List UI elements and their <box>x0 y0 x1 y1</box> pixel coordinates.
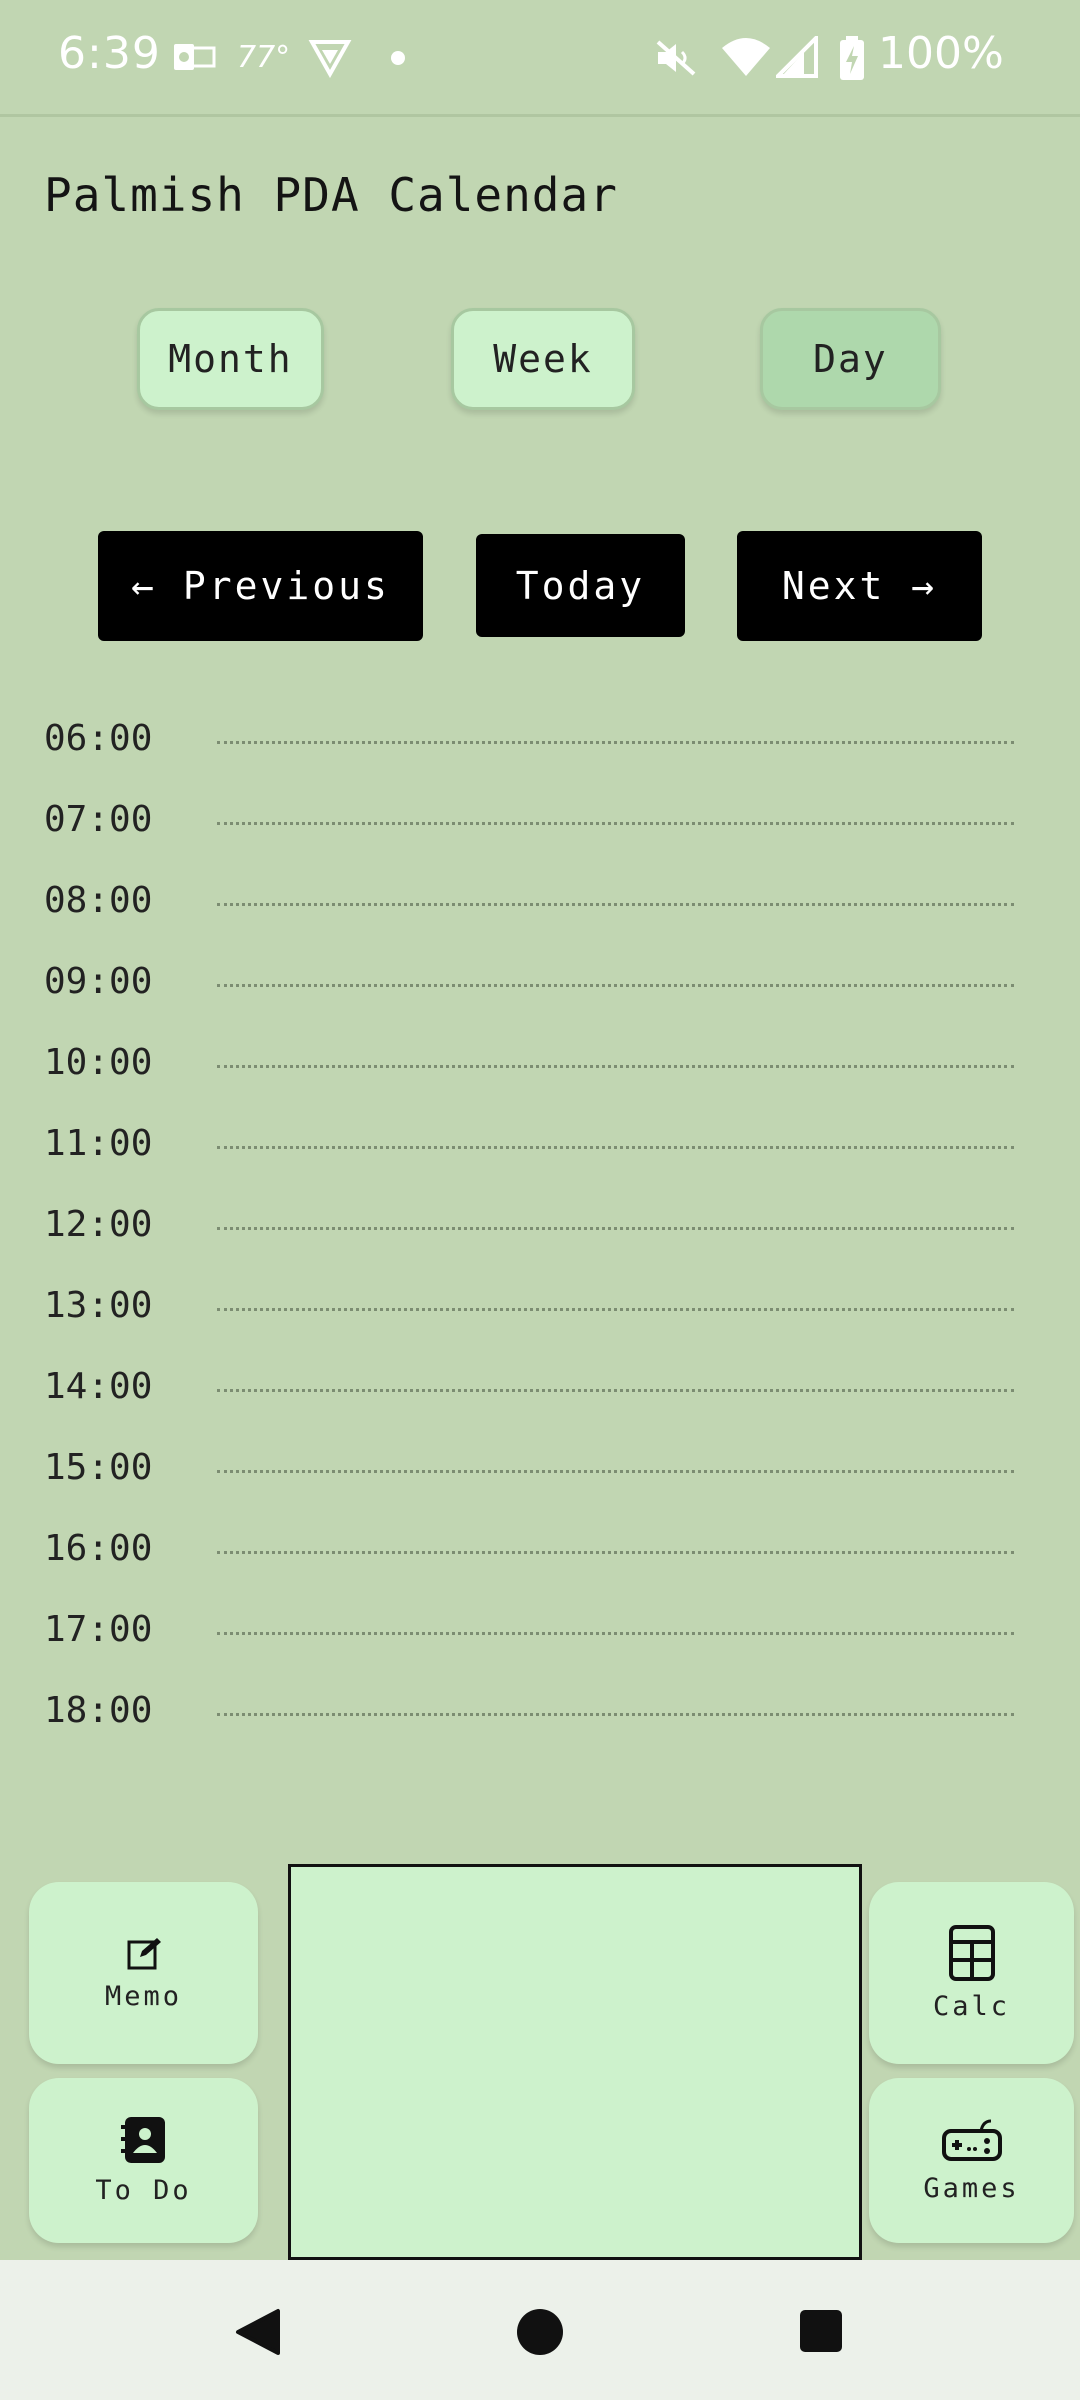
hour-divider <box>217 1065 1014 1068</box>
hour-divider <box>217 822 1014 825</box>
dot-icon <box>390 50 406 70</box>
hour-label: 18:00 <box>44 1690 153 1731</box>
hour-divider <box>217 984 1014 987</box>
back-icon[interactable] <box>232 2307 282 2357</box>
gamepad-icon <box>941 2119 1002 2161</box>
hour-row[interactable]: 07:00 <box>44 799 1014 880</box>
next-button[interactable]: Next → <box>737 531 982 641</box>
memo-label: Memo <box>104 1980 183 2012</box>
contact-book-icon <box>120 2117 165 2163</box>
hour-label: 13:00 <box>44 1285 153 1326</box>
recents-icon[interactable] <box>799 2309 843 2353</box>
games-label: Games <box>923 2173 1020 2204</box>
calc-label: Calc <box>932 1990 1011 2022</box>
hour-label: 11:00 <box>44 1123 153 1164</box>
status-bar: 6:39 77° 100% <box>0 0 1080 117</box>
hour-label: 16:00 <box>44 1528 153 1569</box>
system-nav-bar <box>0 2260 1080 2400</box>
battery-percent: 100% <box>878 28 1004 79</box>
hour-label: 08:00 <box>44 880 153 921</box>
hour-row[interactable]: 18:00 <box>44 1690 1014 1771</box>
hour-label: 06:00 <box>44 718 153 759</box>
outlook-icon <box>172 40 216 78</box>
app-title: Palmish PDA Calendar <box>44 168 618 222</box>
hour-label: 14:00 <box>44 1366 153 1407</box>
previous-button[interactable]: ← Previous <box>98 531 423 641</box>
status-temperature: 77° <box>237 40 291 75</box>
hour-divider <box>217 903 1014 906</box>
battery-charging-icon <box>838 36 866 84</box>
hour-row[interactable]: 15:00 <box>44 1447 1014 1528</box>
hour-row[interactable]: 14:00 <box>44 1366 1014 1447</box>
tab-day[interactable]: Day <box>760 308 941 410</box>
hour-row[interactable]: 16:00 <box>44 1528 1014 1609</box>
hour-divider <box>217 1632 1014 1635</box>
hour-divider <box>217 1227 1014 1230</box>
hour-label: 07:00 <box>44 799 153 840</box>
home-icon[interactable] <box>516 2308 564 2356</box>
mute-icon <box>654 38 698 82</box>
hour-row[interactable]: 17:00 <box>44 1609 1014 1690</box>
hour-label: 15:00 <box>44 1447 153 1488</box>
hour-label: 12:00 <box>44 1204 153 1245</box>
hour-divider <box>217 1713 1014 1716</box>
hour-divider <box>217 741 1014 744</box>
graffiti-input-area[interactable] <box>288 1864 862 2260</box>
hour-row[interactable]: 13:00 <box>44 1285 1014 1366</box>
hour-divider <box>217 1146 1014 1149</box>
edit-icon <box>127 1937 161 1969</box>
signal-icon <box>773 33 818 82</box>
hour-label: 10:00 <box>44 1042 153 1083</box>
tab-month[interactable]: Month <box>137 308 324 410</box>
hour-label: 17:00 <box>44 1609 153 1650</box>
hour-divider <box>217 1551 1014 1554</box>
hour-row[interactable]: 06:00 <box>44 718 1014 799</box>
tab-week[interactable]: Week <box>451 308 635 410</box>
games-button[interactable]: Games <box>869 2078 1074 2243</box>
hour-row[interactable]: 11:00 <box>44 1123 1014 1204</box>
wifi-icon <box>720 36 772 82</box>
vpn-shield-icon <box>308 38 352 82</box>
hour-divider <box>217 1308 1014 1311</box>
hour-row[interactable]: 10:00 <box>44 1042 1014 1123</box>
memo-button[interactable]: Memo <box>29 1882 258 2064</box>
hour-divider <box>217 1389 1014 1392</box>
calc-button[interactable]: Calc <box>869 1882 1074 2064</box>
hour-row[interactable]: 09:00 <box>44 961 1014 1042</box>
today-button[interactable]: Today <box>476 534 685 637</box>
todo-label: To Do <box>95 2175 192 2206</box>
hour-row[interactable]: 08:00 <box>44 880 1014 961</box>
hour-divider <box>217 1470 1014 1473</box>
hour-row[interactable]: 12:00 <box>44 1204 1014 1285</box>
calculator-icon <box>948 1924 995 1981</box>
status-time: 6:39 <box>58 28 161 79</box>
todo-button[interactable]: To Do <box>29 2078 258 2243</box>
hour-label: 09:00 <box>44 961 153 1002</box>
